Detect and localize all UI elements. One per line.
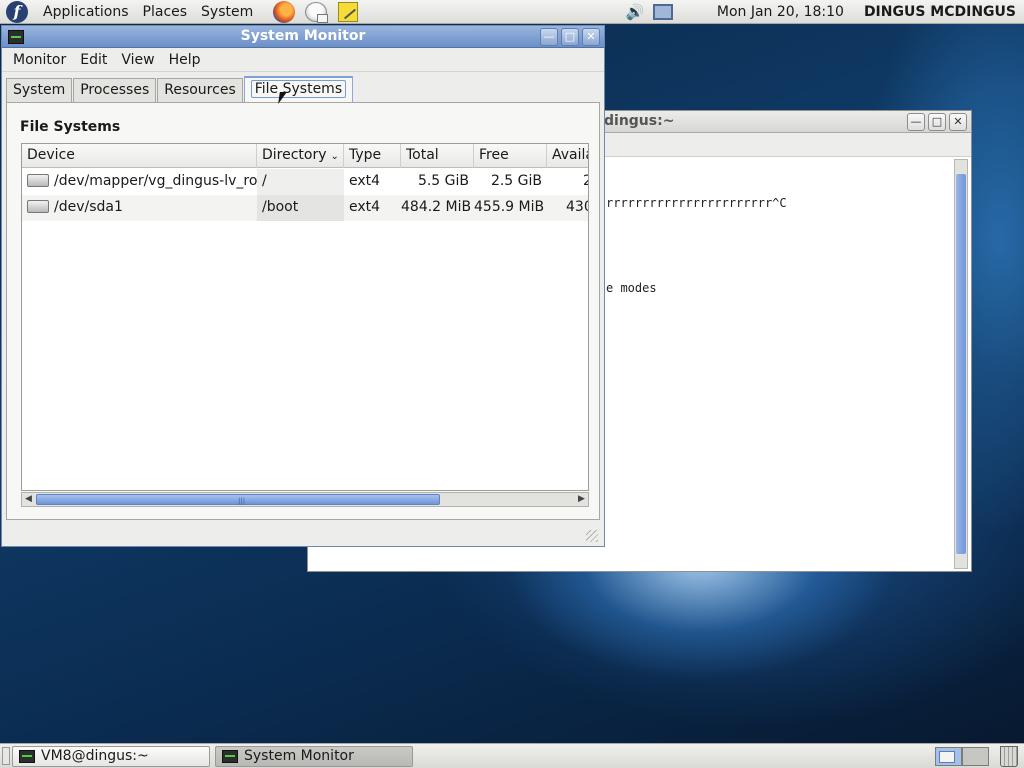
terminal-maximize-button[interactable]: □ bbox=[928, 113, 946, 131]
tab-bar: System Processes Resources File Systems bbox=[6, 76, 354, 102]
column-header-device[interactable]: Device bbox=[22, 144, 257, 168]
hard-disk-icon bbox=[27, 174, 49, 187]
notes-icon bbox=[338, 1, 359, 22]
workspace-1[interactable] bbox=[935, 747, 962, 766]
column-header-directory-label: Directory bbox=[262, 147, 327, 163]
system-monitor-window[interactable]: System Monitor — □ ✕ Monitor Edit View H… bbox=[1, 25, 605, 547]
tab-file-systems[interactable]: File Systems bbox=[243, 76, 354, 102]
user-name[interactable]: DINGUS MCDINGUS bbox=[864, 4, 1016, 20]
terminal-title: dingus:~ bbox=[604, 113, 675, 129]
tab-processes[interactable]: Processes bbox=[73, 78, 157, 102]
section-heading: File Systems bbox=[20, 119, 121, 135]
trash-icon[interactable] bbox=[1000, 746, 1018, 767]
type-cell: ext4 bbox=[349, 173, 381, 189]
tab-system[interactable]: System bbox=[6, 78, 73, 102]
terminal-scrollbar[interactable] bbox=[954, 159, 968, 569]
type-cell: ext4 bbox=[344, 195, 401, 221]
column-header-directory[interactable]: Directory ⌄ bbox=[257, 144, 344, 168]
system-monitor-titlebar[interactable]: System Monitor — □ ✕ bbox=[2, 26, 604, 48]
system-menu[interactable]: System bbox=[194, 0, 260, 24]
file-systems-table[interactable]: Device Directory⌄ Type Total Free Availa… bbox=[21, 143, 589, 491]
window-title: System Monitor bbox=[240, 28, 366, 44]
taskbar-item-terminal[interactable]: VM8@dingus:~ bbox=[12, 746, 210, 767]
horizontal-scrollbar[interactable]: ◀ ||| ▶ bbox=[21, 492, 589, 507]
device-cell: /dev/mapper/vg_dingus-lv_root bbox=[22, 169, 257, 195]
sort-descending-icon: ⌄ bbox=[330, 151, 339, 162]
resize-grip-icon[interactable] bbox=[586, 530, 598, 542]
applications-menu[interactable]: Applications bbox=[36, 0, 136, 24]
status-strip bbox=[6, 526, 600, 544]
column-header-type[interactable]: Type bbox=[344, 144, 401, 168]
table-header: Device Directory⌄ Type Total Free Availa bbox=[22, 144, 588, 168]
total-cell: 484.2 MiB bbox=[401, 195, 474, 221]
system-monitor-app-icon bbox=[222, 750, 238, 763]
taskbar-item-label: System Monitor bbox=[244, 748, 354, 764]
clock[interactable]: Mon Jan 20, 18:10 bbox=[717, 4, 844, 20]
taskbar-item-system-monitor[interactable]: System Monitor bbox=[215, 746, 413, 767]
window-controls: — □ ✕ bbox=[540, 28, 600, 46]
bottom-panel: VM8@dingus:~ System Monitor bbox=[0, 743, 1024, 768]
taskbar-item-label: VM8@dingus:~ bbox=[41, 748, 149, 764]
menu-help[interactable]: Help bbox=[162, 48, 208, 72]
terminal-app-icon bbox=[19, 750, 35, 763]
horizontal-scroll-thumb[interactable]: ||| bbox=[36, 494, 440, 505]
available-cell: 2 bbox=[547, 169, 588, 195]
tab-file-systems-label: File Systems bbox=[250, 80, 347, 98]
top-panel: f Applications Places System 🔊 Mon Jan 2… bbox=[0, 0, 1024, 24]
directory-cell: /boot bbox=[257, 195, 344, 221]
free-cell: 455.9 MiB bbox=[474, 195, 547, 221]
column-header-free[interactable]: Free bbox=[474, 144, 547, 168]
terminal-scroll-thumb[interactable] bbox=[956, 174, 966, 554]
directory-cell: / bbox=[257, 169, 344, 195]
available-cell: 430 bbox=[547, 195, 588, 221]
total-cell: 5.5 GiB bbox=[417, 173, 469, 189]
file-systems-panel: File Systems Device Directory ⌄ Type Tota… bbox=[6, 102, 600, 520]
column-header-total[interactable]: Total bbox=[401, 144, 474, 168]
firefox-icon bbox=[273, 0, 296, 23]
minimize-button[interactable]: — bbox=[540, 28, 558, 46]
network-icon[interactable] bbox=[652, 2, 674, 22]
table-row[interactable]: /dev/sda1 /boot ext4 484.2 MiB 455.9 MiB… bbox=[22, 195, 588, 221]
free-cell: 2.5 GiB bbox=[490, 173, 542, 189]
menu-edit[interactable]: Edit bbox=[73, 48, 114, 72]
close-button[interactable]: ✕ bbox=[582, 28, 600, 46]
device-name: /dev/mapper/vg_dingus-lv_root bbox=[54, 173, 257, 189]
terminal-close-button[interactable]: ✕ bbox=[949, 113, 967, 131]
fedora-logo-icon[interactable]: f bbox=[6, 0, 28, 23]
column-header-available[interactable]: Availa bbox=[547, 144, 588, 168]
places-menu[interactable]: Places bbox=[136, 0, 195, 24]
volume-icon[interactable]: 🔊 bbox=[624, 2, 646, 22]
menu-monitor[interactable]: Monitor bbox=[6, 48, 73, 72]
table-row[interactable]: /dev/mapper/vg_dingus-lv_root / ext4 5.5… bbox=[22, 169, 588, 195]
device-name: /dev/sda1 bbox=[54, 199, 123, 215]
notes-launcher[interactable] bbox=[336, 1, 360, 23]
terminal-window-controls: — □ ✕ bbox=[907, 113, 967, 131]
hard-disk-icon bbox=[27, 200, 49, 213]
scroll-grip-icon: ||| bbox=[238, 497, 246, 505]
mail-launcher[interactable] bbox=[304, 1, 329, 23]
workspace-2[interactable] bbox=[962, 747, 989, 766]
tab-resources[interactable]: Resources bbox=[157, 78, 243, 102]
device-cell: /dev/sda1 bbox=[22, 195, 257, 221]
firefox-launcher[interactable] bbox=[272, 0, 296, 23]
scroll-left-icon[interactable]: ◀ bbox=[22, 493, 35, 506]
mail-icon bbox=[305, 1, 329, 23]
menubar: Monitor Edit View Help bbox=[2, 48, 604, 72]
show-desktop-button[interactable] bbox=[2, 747, 10, 765]
menu-view[interactable]: View bbox=[114, 48, 161, 72]
scroll-right-icon[interactable]: ▶ bbox=[575, 493, 588, 506]
terminal-minimize-button[interactable]: — bbox=[907, 113, 925, 131]
maximize-button[interactable]: □ bbox=[561, 28, 579, 46]
